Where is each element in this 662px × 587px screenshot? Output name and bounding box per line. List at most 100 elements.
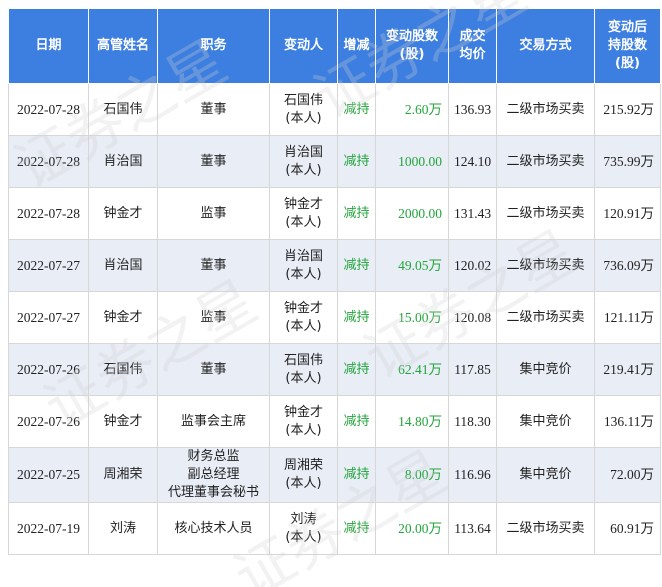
cell-changer-line: (本人) xyxy=(285,529,322,545)
header-shares: 变动股数 (股) xyxy=(375,8,449,84)
cell-shares: 15.00万 xyxy=(375,291,449,344)
cell-after: 120.91万 xyxy=(594,187,661,240)
cell-shares: 20.00万 xyxy=(375,502,449,555)
cell-position-line: 监事会主席 xyxy=(180,413,246,429)
table-row: 2022-07-26 钟金才 监事会主席 钟金才 (本人) 减持 14.80万 118.30 集… xyxy=(8,395,661,448)
cell-changer-line: 石国伟 xyxy=(283,92,323,108)
header-shares-line2: (股) xyxy=(399,47,425,62)
cell-position-line: 核心技术人员 xyxy=(174,520,253,536)
cell-changer: 肖治国 (本人) xyxy=(269,239,338,292)
cell-position: 监事 xyxy=(157,187,270,240)
cell-price: 120.08 xyxy=(448,291,497,344)
cell-method: 二级市场买卖 xyxy=(496,239,595,292)
cell-direction: 减持 xyxy=(337,239,376,292)
cell-date: 2022-07-28 xyxy=(8,187,89,240)
cell-name: 肖治国 xyxy=(88,135,158,188)
cell-name: 刘涛 xyxy=(88,502,158,555)
cell-position: 董事 xyxy=(157,83,270,136)
cell-price: 116.96 xyxy=(448,447,497,503)
cell-position-line: 财务总监 xyxy=(187,449,240,464)
header-after-line1: 变动后 xyxy=(607,20,647,35)
header-direction: 增减 xyxy=(337,8,376,84)
cell-after: 136.11万 xyxy=(594,395,661,448)
cell-changer-line: 石国伟 xyxy=(283,352,323,368)
table-body: 2022-07-28 石国伟 董事 石国伟 (本人) 减持 2.60万 136.93 二级市场买… xyxy=(8,83,661,555)
cell-direction: 减持 xyxy=(337,83,376,136)
cell-after: 219.41万 xyxy=(594,343,661,396)
cell-shares: 2000.00 xyxy=(375,187,449,240)
cell-price: 113.64 xyxy=(448,502,497,555)
cell-method: 二级市场买卖 xyxy=(496,83,595,136)
cell-after: 215.92万 xyxy=(594,83,661,136)
cell-price: 124.10 xyxy=(448,135,497,188)
header-price-line1: 成交 xyxy=(459,29,486,44)
cell-shares: 2.60万 xyxy=(375,83,449,136)
cell-direction: 减持 xyxy=(337,135,376,188)
cell-changer-line: 周湘荣 xyxy=(283,458,323,473)
cell-position: 核心技术人员 xyxy=(157,502,270,555)
table-row: 2022-07-28 肖治国 董事 肖治国 (本人) 减持 1000.00 124.10 二级市… xyxy=(8,135,661,188)
cell-changer-line: 肖治国 xyxy=(283,248,323,264)
cell-changer-line: (本人) xyxy=(285,318,322,334)
table-row: 2022-07-27 钟金才 监事 钟金才 (本人) 减持 15.00万 120.08 二级市场… xyxy=(8,291,661,344)
cell-shares: 8.00万 xyxy=(375,447,449,503)
table-row: 2022-07-27 肖治国 董事 肖治国 (本人) 减持 49.05万 120.02 二级市场… xyxy=(8,239,661,292)
cell-method: 二级市场买卖 xyxy=(496,502,595,555)
cell-name: 石国伟 xyxy=(88,83,158,136)
cell-method: 集中竞价 xyxy=(496,343,595,396)
cell-shares: 49.05万 xyxy=(375,239,449,292)
cell-position-line: 监事 xyxy=(200,205,227,221)
cell-direction: 减持 xyxy=(337,447,376,503)
header-name: 高管姓名 xyxy=(88,8,158,84)
shareholding-change-table: 日期 高管姓名 职务 变动人 增减 变动股数 (股) 成交 均价 交易方式 变动… xyxy=(8,8,661,555)
cell-price: 118.30 xyxy=(448,395,497,448)
cell-changer: 周湘荣 (本人) xyxy=(269,447,338,503)
table-row: 2022-07-26 石国伟 董事 石国伟 (本人) 减持 62.41万 117.85 集中竞价… xyxy=(8,343,661,396)
cell-after: 736.09万 xyxy=(594,239,661,292)
cell-after: 121.11万 xyxy=(594,291,661,344)
table-row: 2022-07-25 周湘荣 财务总监 副总经理 代理董事会秘书 周湘荣 (本人) 减持 8.0… xyxy=(8,447,661,503)
cell-changer: 钟金才 (本人) xyxy=(269,395,338,448)
cell-price: 120.02 xyxy=(448,239,497,292)
cell-name: 肖治国 xyxy=(88,239,158,292)
cell-method: 二级市场买卖 xyxy=(496,187,595,240)
cell-price: 131.43 xyxy=(448,187,497,240)
table-row: 2022-07-28 石国伟 董事 石国伟 (本人) 减持 2.60万 136.93 二级市场买… xyxy=(8,83,661,136)
cell-direction: 减持 xyxy=(337,343,376,396)
cell-name: 周湘荣 xyxy=(88,447,158,503)
cell-position-line: 监事 xyxy=(200,309,227,325)
cell-name: 钟金才 xyxy=(88,291,158,344)
cell-changer: 石国伟 (本人) xyxy=(269,83,338,136)
cell-position-line: 董事 xyxy=(200,361,227,377)
cell-date: 2022-07-26 xyxy=(8,395,89,448)
cell-position: 监事 xyxy=(157,291,270,344)
cell-shares: 14.80万 xyxy=(375,395,449,448)
cell-changer: 石国伟 (本人) xyxy=(269,343,338,396)
cell-after: 72.00万 xyxy=(594,447,661,503)
header-after-line3: (股) xyxy=(615,56,640,71)
cell-direction: 减持 xyxy=(337,395,376,448)
table-row: 2022-07-19 刘涛 核心技术人员 刘涛 (本人) 减持 20.00万 113.64 二级… xyxy=(8,502,661,555)
cell-name: 钟金才 xyxy=(88,187,158,240)
cell-changer-line: (本人) xyxy=(285,370,322,386)
cell-position-line: 董事 xyxy=(200,101,227,117)
cell-position-line: 董事 xyxy=(200,153,227,169)
cell-changer: 钟金才 (本人) xyxy=(269,187,338,240)
cell-date: 2022-07-25 xyxy=(8,447,89,503)
cell-direction: 减持 xyxy=(337,291,376,344)
cell-changer-line: (本人) xyxy=(285,110,322,126)
cell-date: 2022-07-28 xyxy=(8,83,89,136)
cell-position-line: 代理董事会秘书 xyxy=(167,485,259,500)
cell-date: 2022-07-19 xyxy=(8,502,89,555)
cell-changer-line: 钟金才 xyxy=(283,196,323,212)
header-method: 交易方式 xyxy=(496,8,595,84)
cell-position: 财务总监 副总经理 代理董事会秘书 xyxy=(157,447,270,503)
cell-position-line: 董事 xyxy=(200,257,227,273)
header-date: 日期 xyxy=(8,8,89,84)
table-row: 2022-07-28 钟金才 监事 钟金才 (本人) 减持 2000.00 131.43 二级市… xyxy=(8,187,661,240)
cell-shares: 62.41万 xyxy=(375,343,449,396)
header-after-line2: 持股数 xyxy=(607,38,647,53)
cell-changer-line: (本人) xyxy=(285,162,322,178)
cell-changer-line: 钟金才 xyxy=(283,300,323,316)
cell-date: 2022-07-26 xyxy=(8,343,89,396)
